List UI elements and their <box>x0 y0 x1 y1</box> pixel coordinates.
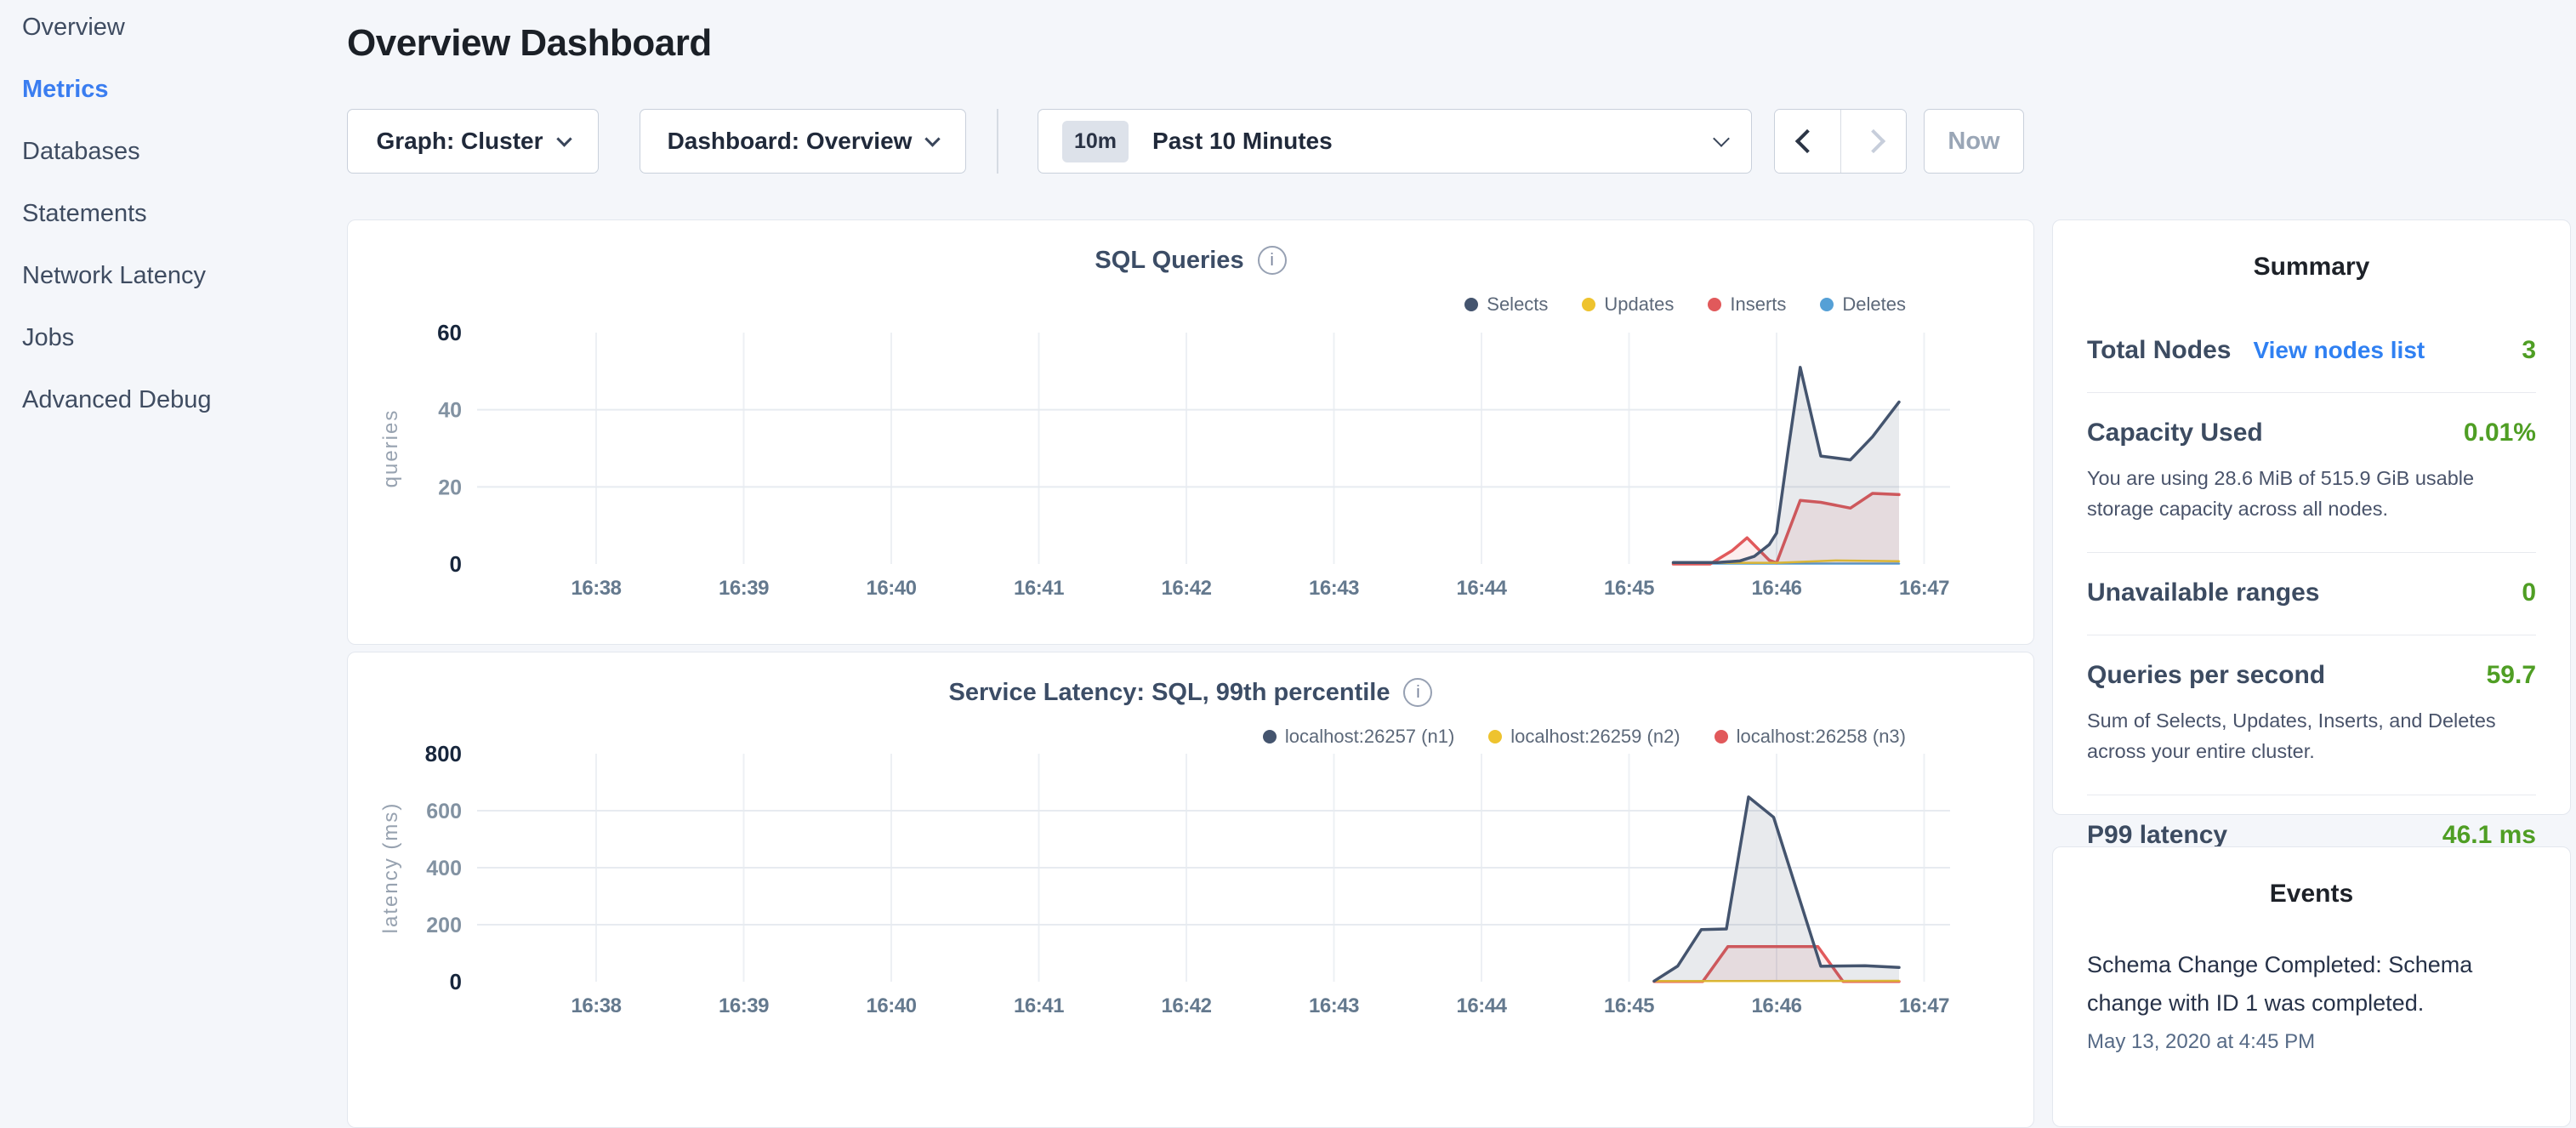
summary-row-capacity: Capacity Used 0.01% You are using 28.6 M… <box>2087 393 2536 553</box>
svg-text:16:41: 16:41 <box>1014 577 1064 600</box>
sidebar: Overview Metrics Databases Statements Ne… <box>0 0 340 448</box>
svg-text:16:47: 16:47 <box>1899 994 1949 1017</box>
sidebar-item-statements[interactable]: Statements <box>22 200 340 228</box>
summary-row-total-nodes: Total Nodes View nodes list 3 <box>2087 310 2536 393</box>
now-button[interactable]: Now <box>1924 109 2024 174</box>
chevron-left-icon <box>1795 129 1819 153</box>
summary-description: You are using 28.6 MiB of 515.9 GiB usab… <box>2087 463 2536 525</box>
summary-value: 46.1 ms <box>2442 821 2536 850</box>
svg-text:16:39: 16:39 <box>719 577 769 600</box>
chevron-down-icon <box>925 131 941 146</box>
controls-divider <box>997 109 998 174</box>
svg-text:16:41: 16:41 <box>1014 994 1064 1017</box>
service-latency-chart[interactable]: 16:38 16:39 16:40 16:41 16:42 16:43 16:44 16:45… <box>348 652 2033 1127</box>
events-title: Events <box>2087 880 2536 909</box>
time-back-button[interactable] <box>1775 110 1841 173</box>
sidebar-item-overview[interactable]: Overview <box>22 14 340 42</box>
graph-dropdown-label: Graph: Cluster <box>376 128 543 155</box>
summary-description: Sum of Selects, Updates, Inserts, and De… <box>2087 705 2536 767</box>
time-range-badge: 10m <box>1062 121 1129 162</box>
summary-value: 59.7 <box>2487 661 2536 690</box>
summary-row-unavailable-ranges: Unavailable ranges 0 <box>2087 553 2536 635</box>
sql-queries-chart-card: SQL Queries i Selects Updates Inserts De… <box>347 219 2034 645</box>
svg-text:16:42: 16:42 <box>1162 994 1212 1017</box>
summary-label: Total Nodes <box>2087 336 2231 365</box>
event-timestamp: May 13, 2020 at 4:45 PM <box>2087 1030 2536 1054</box>
svg-text:40: 40 <box>438 399 462 423</box>
summary-row-qps: Queries per second 59.7 Sum of Selects, … <box>2087 635 2536 795</box>
svg-text:16:45: 16:45 <box>1604 994 1654 1017</box>
svg-text:20: 20 <box>438 476 462 499</box>
summary-label: P99 latency <box>2087 821 2227 850</box>
svg-text:16:40: 16:40 <box>867 577 917 600</box>
summary-label: Unavailable ranges <box>2087 578 2319 607</box>
svg-text:16:45: 16:45 <box>1604 577 1654 600</box>
graph-dropdown[interactable]: Graph: Cluster <box>347 109 599 174</box>
service-latency-chart-card: Service Latency: SQL, 99th percentile i … <box>347 652 2034 1128</box>
time-forward-button[interactable] <box>1841 110 1907 173</box>
svg-text:16:43: 16:43 <box>1309 577 1359 600</box>
summary-value: 0 <box>2522 578 2536 607</box>
svg-text:latency (ms): latency (ms) <box>379 802 402 934</box>
sql-queries-chart[interactable]: 16:38 16:39 16:40 16:41 16:42 16:43 16:44 16:45… <box>348 220 2033 644</box>
svg-text:16:38: 16:38 <box>571 994 622 1017</box>
view-nodes-list-link[interactable]: View nodes list <box>2253 337 2425 364</box>
page-title: Overview Dashboard <box>347 22 2034 65</box>
svg-text:16:40: 16:40 <box>867 994 917 1017</box>
dashboard-dropdown[interactable]: Dashboard: Overview <box>640 109 966 174</box>
svg-text:16:38: 16:38 <box>571 577 622 600</box>
chevron-down-icon <box>556 131 571 146</box>
svg-text:0: 0 <box>450 969 462 994</box>
sidebar-item-databases[interactable]: Databases <box>22 138 340 166</box>
controls-bar: Graph: Cluster Dashboard: Overview 10m P… <box>347 109 2034 174</box>
svg-text:16:44: 16:44 <box>1457 577 1508 600</box>
svg-text:60: 60 <box>437 320 462 345</box>
summary-title: Summary <box>2087 253 2536 282</box>
sidebar-item-advanced-debug[interactable]: Advanced Debug <box>22 386 340 414</box>
sidebar-item-network-latency[interactable]: Network Latency <box>22 262 340 290</box>
time-range-dropdown[interactable]: 10m Past 10 Minutes <box>1038 109 1752 174</box>
events-panel: Events Schema Change Completed: Schema c… <box>2052 846 2571 1127</box>
svg-text:16:39: 16:39 <box>719 994 769 1017</box>
svg-text:16:47: 16:47 <box>1899 577 1949 600</box>
dashboard-dropdown-label: Dashboard: Overview <box>668 128 913 155</box>
summary-value: 0.01% <box>2464 419 2536 447</box>
sidebar-item-jobs[interactable]: Jobs <box>22 324 340 352</box>
summary-value: 3 <box>2522 336 2536 365</box>
svg-text:16:46: 16:46 <box>1752 577 1802 600</box>
summary-label: Capacity Used <box>2087 419 2263 447</box>
time-range-label: Past 10 Minutes <box>1152 128 1700 155</box>
svg-text:400: 400 <box>426 857 462 880</box>
svg-text:16:42: 16:42 <box>1162 577 1212 600</box>
svg-text:200: 200 <box>426 914 462 937</box>
sidebar-item-metrics[interactable]: Metrics <box>22 76 340 104</box>
svg-text:800: 800 <box>425 741 462 766</box>
svg-text:16:46: 16:46 <box>1752 994 1802 1017</box>
event-item[interactable]: Schema Change Completed: Schema change w… <box>2087 946 2536 1022</box>
svg-text:16:43: 16:43 <box>1309 994 1359 1017</box>
time-pager <box>1774 109 1907 174</box>
svg-text:0: 0 <box>450 551 462 577</box>
summary-label: Queries per second <box>2087 661 2325 690</box>
chevron-down-icon <box>1713 130 1730 147</box>
svg-text:600: 600 <box>426 800 462 823</box>
summary-panel: Summary Total Nodes View nodes list 3 Ca… <box>2052 219 2571 815</box>
chevron-right-icon <box>1862 129 1885 153</box>
svg-text:queries: queries <box>379 409 402 488</box>
svg-text:16:44: 16:44 <box>1457 994 1508 1017</box>
